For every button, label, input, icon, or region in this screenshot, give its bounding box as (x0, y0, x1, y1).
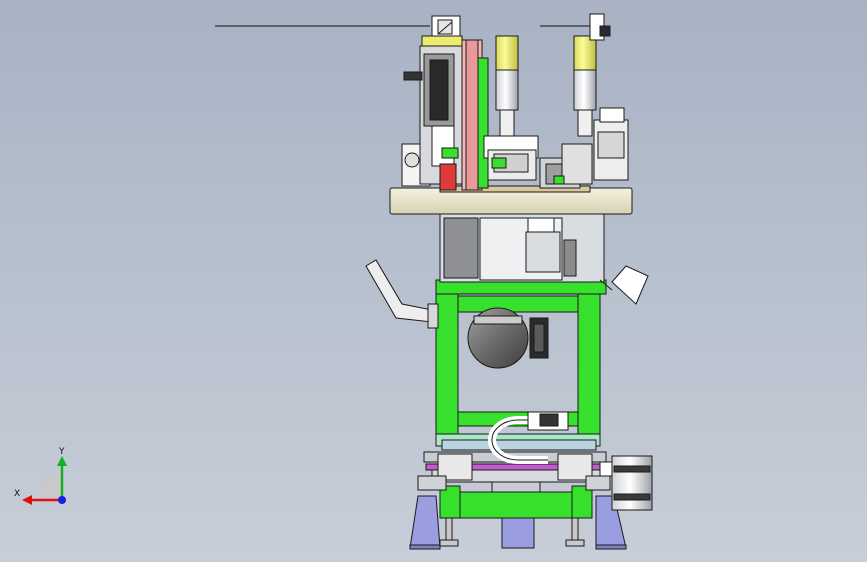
top-plate (389, 185, 633, 215)
upper-housings (401, 39, 489, 191)
cad-viewport[interactable]: Y X (0, 0, 867, 562)
main-green-frame (435, 279, 607, 451)
y-axis-arrow-icon (57, 456, 67, 466)
y-axis-label: Y (58, 447, 65, 457)
x-axis-arrow-icon (22, 495, 32, 505)
z-axis-dot-icon (58, 496, 66, 504)
axis-triad: Y X (14, 447, 67, 505)
bent-pipe (365, 259, 439, 329)
top-valve (421, 15, 463, 47)
motor (467, 307, 549, 369)
machine-assembly-drawing[interactable]: Y X (0, 0, 867, 562)
upper-column (439, 211, 605, 283)
triad-disk (36, 474, 62, 500)
side-panel (599, 265, 649, 305)
yellow-cylinders (495, 13, 611, 137)
x-axis-label: X (14, 489, 20, 499)
